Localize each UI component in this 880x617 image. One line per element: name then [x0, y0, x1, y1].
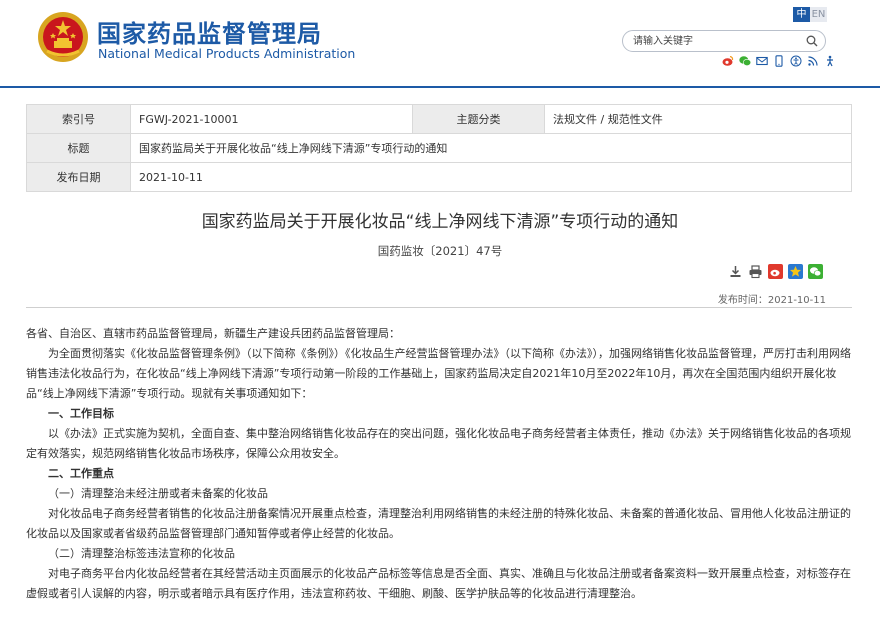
- site-title-en: National Medical Products Administration: [98, 46, 356, 61]
- table-row: 发布日期 2021-10-11: [26, 162, 852, 192]
- document-number: 国药监妆〔2021〕47号: [377, 244, 503, 258]
- share-wechat-icon[interactable]: [808, 264, 823, 279]
- subsection-heading: （二）清理整治标签违法宣称的化妆品: [48, 547, 235, 560]
- date-label: 发布日期: [26, 162, 131, 192]
- social-links: [722, 55, 836, 69]
- rss-icon[interactable]: [807, 55, 819, 67]
- section-heading: 一、工作目标: [48, 407, 114, 420]
- paragraph: 对化妆品电子商务经营者销售的化妆品注册备案情况开展重点检查，清理整治利用网络销售…: [26, 507, 851, 540]
- article-title: 国家药监局关于开展化妆品“线上净网线下清源”专项行动的通知: [201, 212, 679, 232]
- article-tools: [728, 264, 823, 279]
- wechat-icon[interactable]: [739, 55, 751, 67]
- title-label: 标题: [26, 133, 131, 163]
- section-heading: 二、工作重点: [48, 467, 114, 480]
- table-row: 标题 国家药监局关于开展化妆品“线上净网线下清源”专项行动的通知: [26, 133, 852, 163]
- document-metadata-table: 索引号 FGWJ-2021-10001 主题分类 法规文件 / 规范性文件 标题…: [26, 104, 852, 192]
- lang-switch-cn[interactable]: 中: [793, 7, 810, 22]
- download-icon[interactable]: [728, 264, 743, 279]
- elderly-mode-icon[interactable]: [824, 55, 836, 67]
- date-value: 2021-10-11: [130, 162, 852, 192]
- publish-time: 发布时间：2021-10-11: [717, 295, 826, 306]
- weibo-icon[interactable]: [722, 55, 734, 67]
- paragraph: 为全面贯彻落实《化妆品监督管理条例》（以下简称《条例》）《化妆品生产经营监督管理…: [26, 347, 851, 400]
- search-icon[interactable]: [806, 35, 818, 47]
- index-label: 索引号: [26, 104, 131, 134]
- category-value: 法规文件 / 规范性文件: [544, 104, 852, 134]
- divider: [26, 307, 852, 308]
- mobile-icon[interactable]: [773, 55, 785, 67]
- article-body: 各省、自治区、直辖市药品监督管理局，新疆生产建设兵团药品监督管理局： 为全面贯彻…: [26, 324, 852, 604]
- index-value: FGWJ-2021-10001: [130, 104, 413, 134]
- search-input[interactable]: [633, 33, 803, 49]
- print-icon[interactable]: [748, 264, 763, 279]
- lang-switch-en[interactable]: EN: [810, 7, 827, 22]
- national-emblem-icon: [38, 12, 88, 62]
- table-row: 索引号 FGWJ-2021-10001 主题分类 法规文件 / 规范性文件: [26, 104, 852, 134]
- subsection-heading: （一）清理整治未经注册或者未备案的化妆品: [48, 487, 268, 500]
- site-header: 国家药品监督管理局 National Medical Products Admi…: [0, 0, 880, 88]
- paragraph: 以《办法》正式实施为契机，全面自查、集中整治网络销售化妆品存在的突出问题，强化化…: [26, 427, 851, 460]
- category-label: 主题分类: [412, 104, 545, 134]
- search-box[interactable]: [622, 30, 826, 52]
- accessibility-icon[interactable]: [790, 55, 802, 67]
- site-title-cn: 国家药品监督管理局: [97, 20, 322, 48]
- salutation: 各省、自治区、直辖市药品监督管理局，新疆生产建设兵团药品监督管理局：: [26, 327, 400, 340]
- favorite-icon[interactable]: [788, 264, 803, 279]
- paragraph: 对电子商务平台内化妆品经营者在其经营活动主页面展示的化妆品产品标签等信息是否全面…: [26, 567, 851, 600]
- title-value: 国家药监局关于开展化妆品“线上净网线下清源”专项行动的通知: [130, 133, 852, 163]
- share-weibo-icon[interactable]: [768, 264, 783, 279]
- mail-icon[interactable]: [756, 55, 768, 67]
